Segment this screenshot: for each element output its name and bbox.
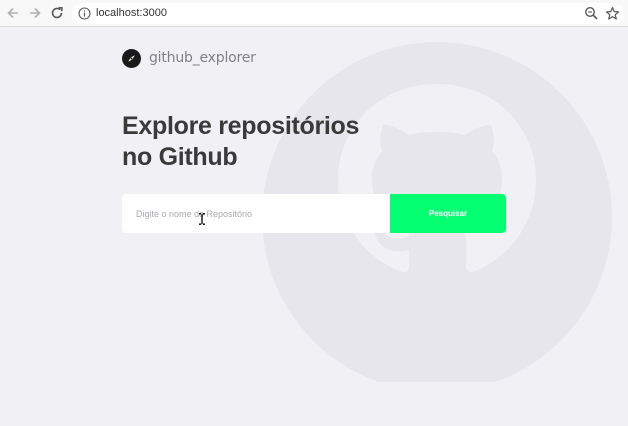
url-text: localhost:3000 xyxy=(96,7,167,19)
forward-arrow-icon[interactable] xyxy=(27,5,43,21)
page-title: Explore repositórios no Github xyxy=(122,111,422,173)
page-viewport: github_explorer Explore repositórios no … xyxy=(0,27,628,426)
compass-icon xyxy=(122,48,141,68)
brand-name: github_explorer xyxy=(149,50,256,66)
zoom-icon[interactable] xyxy=(584,6,599,21)
text-cursor-icon xyxy=(199,213,205,225)
back-arrow-icon[interactable] xyxy=(5,5,21,21)
repository-search-input[interactable] xyxy=(122,194,390,233)
page-title-line-2: no Github xyxy=(122,143,238,171)
search-button[interactable]: Pesquisar xyxy=(390,194,506,233)
address-bar[interactable]: localhost:3000 xyxy=(72,3,624,24)
browser-toolbar: localhost:3000 xyxy=(0,0,628,27)
star-icon[interactable] xyxy=(605,6,620,21)
search-form: Pesquisar xyxy=(122,194,507,233)
page-title-line-1: Explore repositórios xyxy=(122,112,360,140)
brand-logo: github_explorer xyxy=(122,48,256,68)
info-icon[interactable] xyxy=(78,7,91,20)
reload-icon[interactable] xyxy=(49,5,65,21)
